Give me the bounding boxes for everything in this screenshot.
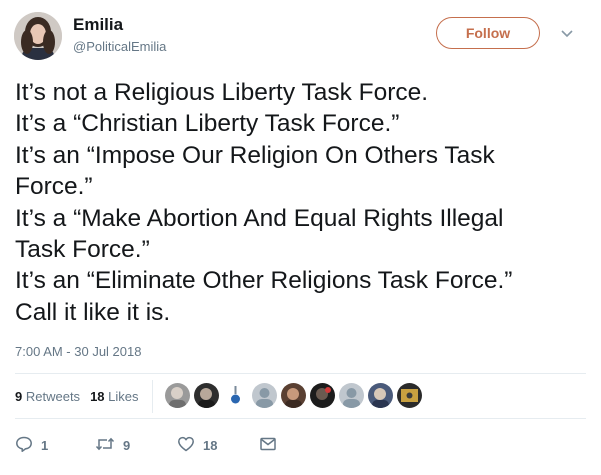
user-handle[interactable]: @PoliticalEmilia: [73, 39, 166, 54]
tweet-text: It’s not a Religious Liberty Task Force.…: [15, 77, 583, 328]
tweet-line: Call it like it is.: [15, 298, 171, 326]
liker-avatar-4[interactable]: [252, 383, 277, 408]
heart-icon: [177, 435, 203, 456]
dm-action[interactable]: [259, 433, 285, 457]
tweet-line: Task Force.”: [15, 236, 150, 264]
tweet-header: Emilia @PoliticalEmilia Follow: [14, 12, 587, 62]
retweet-count: 9: [123, 437, 131, 453]
liker-avatar-2[interactable]: [194, 383, 219, 408]
likes-count: 18: [90, 389, 105, 404]
retweets-stat[interactable]: 9 Retweets: [15, 389, 80, 404]
liker-avatar-6[interactable]: [310, 383, 335, 408]
liker-avatar-5[interactable]: [281, 383, 306, 408]
retweet-icon: [95, 435, 123, 456]
reply-count: 1: [41, 437, 49, 453]
likes-label: Likes: [108, 389, 139, 404]
tweet-timestamp[interactable]: 7:00 AM - 30 Jul 2018: [15, 344, 141, 359]
envelope-icon: [259, 435, 285, 456]
follow-button[interactable]: Follow: [436, 17, 540, 49]
liker-avatar-9[interactable]: [397, 383, 422, 408]
avatar[interactable]: [14, 12, 62, 60]
stats-divider: [152, 380, 153, 413]
liker-avatar-8[interactable]: [368, 383, 393, 408]
tweet-card: Emilia @PoliticalEmilia Follow It’s not …: [0, 0, 601, 475]
tweet-line: It’s a “Christian Liberty Task Force.”: [15, 110, 400, 138]
reply-icon: [15, 435, 41, 456]
tweet-stats: 9 Retweets 18 Likes: [15, 389, 139, 404]
tweet-line: It’s a “Make Abortion And Equal Rights I…: [15, 204, 504, 232]
display-name[interactable]: Emilia: [73, 15, 123, 35]
tweet-line: Force.”: [15, 173, 93, 201]
reply-action[interactable]: 1: [15, 433, 48, 457]
tweet-actions: 1 9 18: [15, 433, 315, 457]
tweet-line: It’s an “Eliminate Other Religions Task …: [15, 267, 513, 295]
tweet-line: It’s not a Religious Liberty Task Force.: [15, 79, 429, 106]
retweets-count: 9: [15, 389, 23, 404]
liker-avatar-3[interactable]: [223, 383, 248, 408]
retweet-action[interactable]: 9: [95, 433, 130, 457]
liker-avatar-7[interactable]: [339, 383, 364, 408]
chevron-down-icon[interactable]: [559, 26, 575, 42]
retweets-label: Retweets: [25, 389, 81, 404]
divider: [15, 373, 586, 374]
like-count: 18: [203, 437, 218, 453]
divider: [15, 418, 586, 419]
tweet-line: It’s an “Impose Our Religion On Others T…: [15, 141, 495, 169]
likes-stat[interactable]: 18 Likes: [90, 389, 138, 404]
liker-avatar-1[interactable]: [165, 383, 190, 408]
like-action[interactable]: 18: [177, 433, 217, 457]
